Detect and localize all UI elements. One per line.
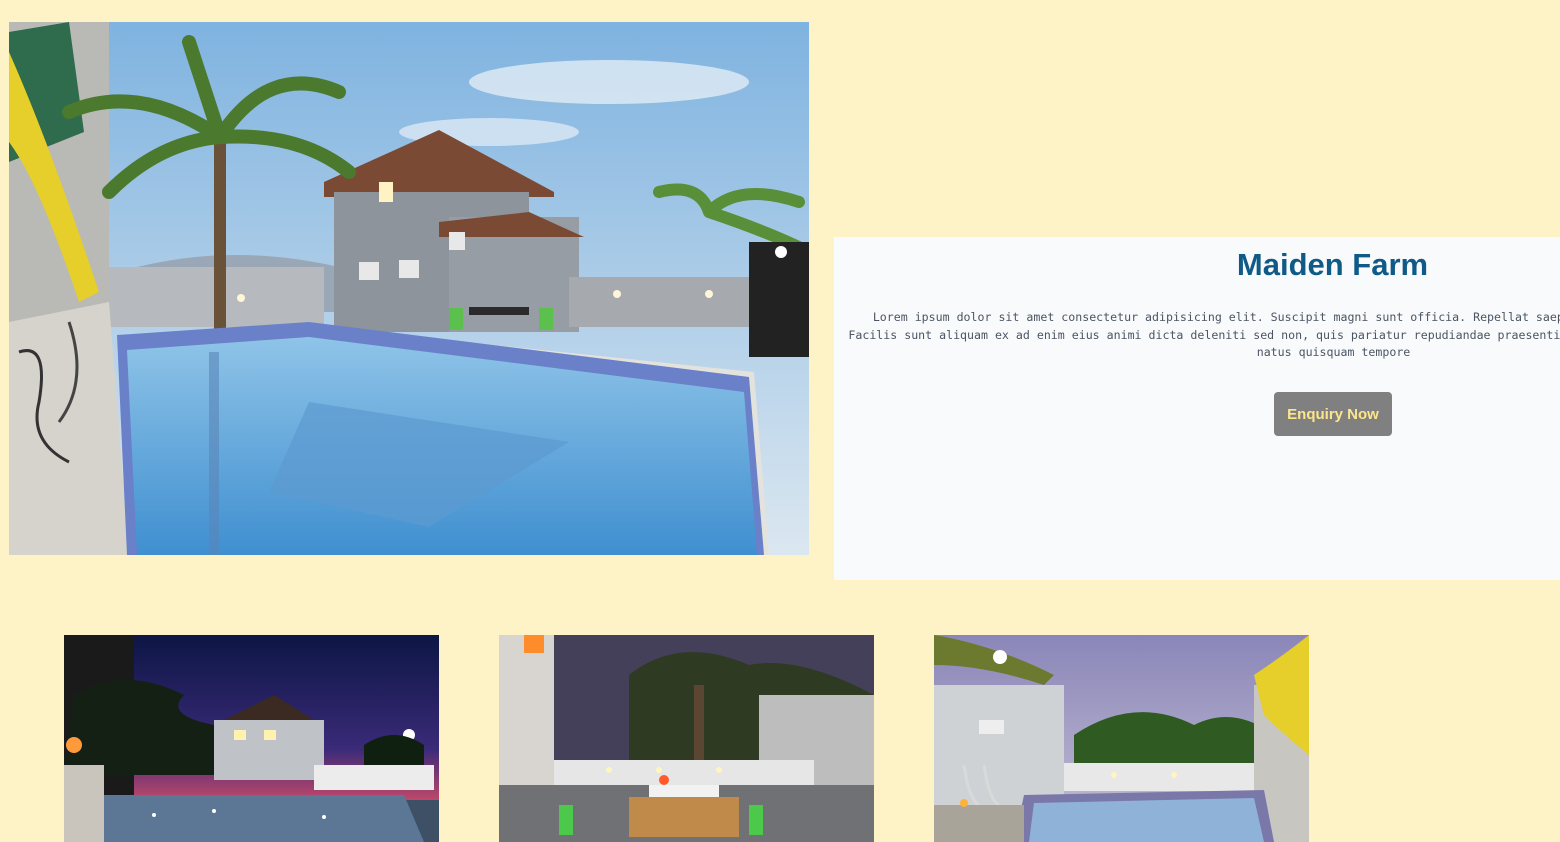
gallery-thumbnail-3[interactable] bbox=[934, 635, 1309, 842]
gallery-thumbnail-2[interactable] bbox=[499, 635, 874, 842]
property-title: Maiden Farm bbox=[1236, 247, 1429, 282]
property-description: Lorem ipsum dolor sit amet consectetur a… bbox=[848, 310, 1560, 360]
enquiry-now-button[interactable]: Enquiry Now bbox=[1274, 392, 1392, 436]
gallery-thumbnail-1[interactable] bbox=[64, 635, 439, 842]
property-info-panel: Maiden Farm Lorem ipsum dolor sit amet c… bbox=[834, 237, 1560, 580]
hero-photo bbox=[9, 22, 809, 555]
